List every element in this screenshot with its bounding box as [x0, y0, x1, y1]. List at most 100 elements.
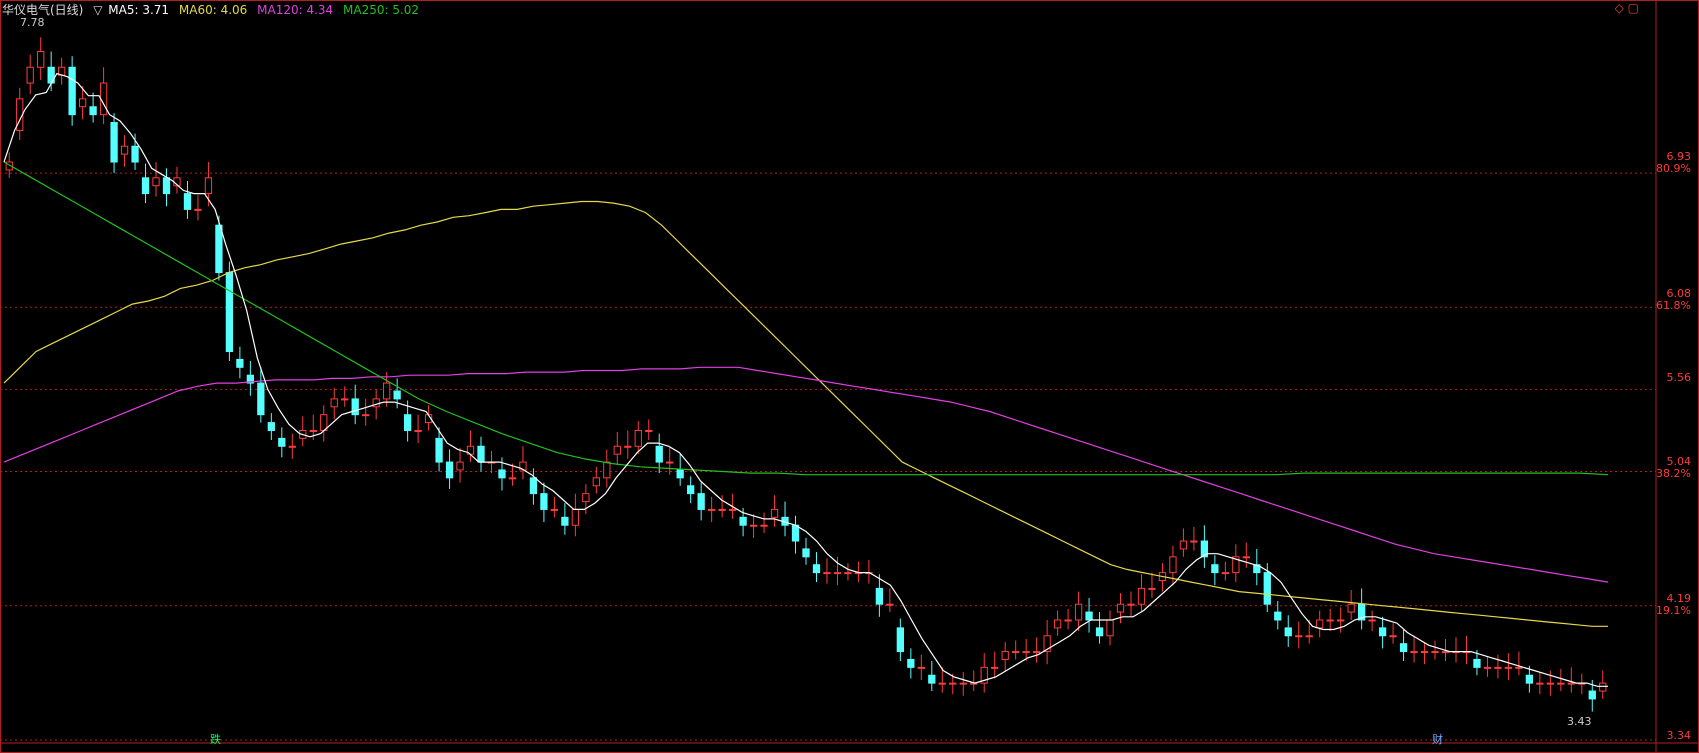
candle-body: [435, 437, 443, 463]
ma5-line: [3, 72, 1608, 687]
candle-body: [1274, 611, 1282, 621]
candle-body: [1326, 619, 1334, 622]
candle-body: [257, 382, 265, 416]
candle-body: [456, 461, 464, 471]
candle-body: [603, 461, 611, 479]
candle-body: [823, 572, 831, 575]
candle-body: [1399, 643, 1408, 653]
candle-body: [1389, 635, 1397, 638]
candle-body: [582, 493, 590, 503]
window-controls[interactable]: ◇ ▢: [1615, 1, 1639, 15]
candle-body: [1169, 556, 1177, 574]
candle-body: [414, 429, 422, 432]
candle-body: [949, 682, 957, 685]
candle-body: [204, 177, 213, 195]
candle-body: [403, 414, 412, 431]
candle-body: [592, 477, 600, 487]
candle-body: [728, 508, 737, 511]
price-level-label: 3.34: [1666, 729, 1692, 742]
candle-body: [1337, 619, 1345, 622]
candle-body: [1347, 603, 1355, 613]
candle-body: [362, 414, 370, 417]
candle-body: [236, 358, 244, 368]
candle-body: [351, 398, 359, 416]
candle-body: [1295, 635, 1303, 638]
candle-body: [215, 224, 223, 274]
candle-body: [1588, 690, 1596, 700]
candle-body: [78, 98, 87, 108]
candle-body: [330, 398, 338, 408]
candle-body: [875, 587, 884, 605]
candle-body: [288, 445, 296, 448]
candle-body: [341, 398, 349, 401]
candle-body: [613, 445, 621, 455]
candle-body: [1022, 651, 1030, 654]
candle-body: [886, 603, 894, 606]
candle-body: [1504, 666, 1513, 669]
candle-body: [749, 524, 758, 527]
candle-body: [141, 177, 150, 195]
candle-body: [89, 106, 97, 116]
price-level-label: 5.56: [1666, 371, 1692, 384]
candle-body: [508, 477, 517, 480]
candle-body: [1284, 627, 1292, 637]
candle-body: [1473, 658, 1481, 668]
stock-title[interactable]: 华仪电气(日线): [2, 3, 83, 17]
candle-body: [687, 485, 695, 495]
candle-body: [1368, 619, 1376, 622]
candle-body: [1305, 635, 1313, 638]
candle-body: [1211, 564, 1219, 574]
ma5-value: MA5: 3.71: [108, 3, 170, 17]
indicator-header: 华仪电气(日线) ▽ MA5: 3.71 MA60: 4.06 MA120: 4…: [2, 1, 425, 18]
candle-body: [194, 208, 202, 211]
candle-body: [1263, 572, 1271, 605]
candle-body: [634, 429, 642, 447]
candle-body: [1441, 651, 1450, 654]
candle-body: [278, 437, 286, 447]
candle-body: [959, 682, 967, 685]
candle-body: [645, 429, 653, 432]
candle-body: [267, 422, 275, 431]
candle-body: [1085, 611, 1093, 621]
ma120-value: MA120: 4.34: [257, 3, 334, 17]
candle-body: [571, 508, 580, 526]
dropdown-icon[interactable]: ▽: [93, 3, 102, 17]
candle-body: [309, 429, 317, 432]
candle-body: [561, 516, 569, 526]
candle-body: [1420, 651, 1429, 654]
candle-body: [1378, 627, 1387, 637]
candle-body: [1410, 651, 1418, 654]
candle-body: [225, 272, 234, 353]
candle-body: [1064, 619, 1072, 622]
marker-die[interactable]: 跌: [210, 731, 221, 747]
candle-body: [1190, 540, 1198, 543]
candle-body: [917, 666, 925, 669]
pct-level-label: 61.8%: [1656, 299, 1691, 312]
candle-body: [393, 390, 401, 400]
candle-body: [131, 145, 139, 163]
candle-body: [1179, 540, 1188, 550]
candle-body: [907, 658, 915, 668]
chart-frame: [0, 0, 1699, 753]
ma250-value: MA250: 5.02: [343, 3, 420, 17]
candle-body: [1074, 603, 1083, 621]
candlestick-chart[interactable]: [0, 0, 1699, 753]
candle-body: [1557, 682, 1565, 685]
candle-body: [1012, 651, 1020, 654]
marker-cai[interactable]: 财: [1432, 731, 1443, 747]
candle-body: [37, 50, 45, 68]
candle-body: [739, 516, 747, 526]
candle-body: [1525, 674, 1534, 684]
pct-level-label: 19.1%: [1656, 604, 1691, 617]
candle-body: [1316, 619, 1324, 629]
pct-level-label: 80.9%: [1656, 162, 1691, 175]
candle-body: [624, 445, 632, 448]
candle-body: [26, 66, 34, 84]
candle-body: [445, 461, 454, 479]
candle-body: [928, 674, 936, 684]
candle-body: [760, 524, 768, 527]
high-price-label: 7.78: [20, 16, 45, 29]
candle-body: [1137, 587, 1146, 605]
candle-body: [833, 572, 842, 575]
candle-body: [498, 469, 506, 479]
